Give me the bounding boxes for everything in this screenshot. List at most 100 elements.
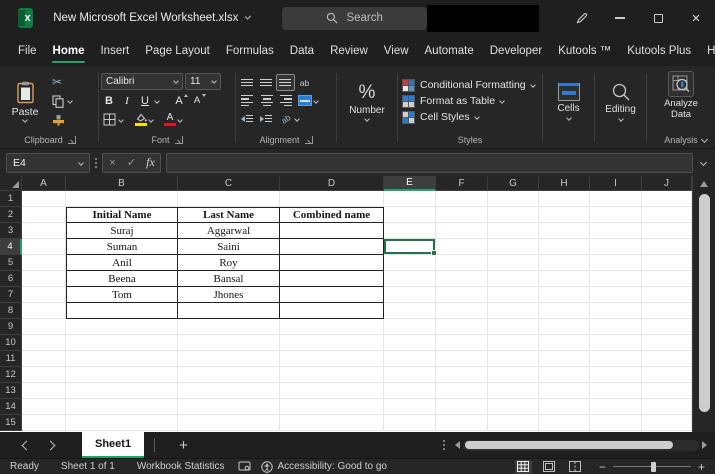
cell-I2[interactable] (590, 207, 642, 223)
cell-D4[interactable] (280, 239, 384, 255)
cell-G14[interactable] (488, 399, 539, 415)
tab-view[interactable]: View (376, 36, 417, 66)
cell-C11[interactable] (178, 351, 280, 367)
cell-H7[interactable] (539, 287, 590, 303)
row-header-3[interactable]: 3 (0, 223, 22, 239)
cell-A7[interactable] (22, 287, 66, 303)
row-header-9[interactable]: 9 (0, 319, 22, 335)
cell-H13[interactable] (539, 383, 590, 399)
bottom-align-button[interactable] (276, 74, 295, 91)
horizontal-scroll-track[interactable] (463, 440, 699, 451)
cell-D10[interactable] (280, 335, 384, 351)
cell-I6[interactable] (590, 271, 642, 287)
cell-H4[interactable] (539, 239, 590, 255)
formula-input[interactable] (166, 153, 693, 173)
cell-B3[interactable]: Suraj (66, 223, 178, 239)
cell-A1[interactable] (22, 191, 66, 207)
vertical-scrollbar[interactable] (692, 176, 715, 432)
select-all-button[interactable] (0, 176, 22, 191)
decrease-font-size-button[interactable]: A (189, 93, 205, 109)
cell-C10[interactable] (178, 335, 280, 351)
scroll-right-arrow-icon[interactable] (702, 441, 707, 449)
cell-G15[interactable] (488, 415, 539, 431)
cell-E10[interactable] (384, 335, 436, 351)
cell-E5[interactable] (384, 255, 436, 271)
col-header-A[interactable]: A (22, 176, 66, 191)
fill-color-chevron-icon[interactable] (148, 117, 154, 123)
decrease-indent-button[interactable] (238, 110, 257, 127)
cell-D15[interactable] (280, 415, 384, 431)
font-dialog-launcher[interactable] (175, 136, 183, 144)
merge-center-chevron-icon[interactable] (313, 98, 319, 104)
cell-C6[interactable]: Bansal (178, 271, 280, 287)
col-header-F[interactable]: F (436, 176, 488, 191)
col-header-G[interactable]: G (488, 176, 539, 191)
cell-A15[interactable] (22, 415, 66, 431)
cell-C15[interactable] (178, 415, 280, 431)
copy-button[interactable] (52, 94, 72, 109)
cell-G4[interactable] (488, 239, 539, 255)
italic-button[interactable]: I (119, 93, 135, 109)
cell-J1[interactable] (642, 191, 692, 207)
cells-group[interactable]: Cells (545, 69, 592, 148)
col-header-D[interactable]: D (280, 176, 384, 191)
cell-H3[interactable] (539, 223, 590, 239)
cell-H14[interactable] (539, 399, 590, 415)
cell-B6[interactable]: Beena (66, 271, 178, 287)
cell-D11[interactable] (280, 351, 384, 367)
zoom-slider[interactable] (613, 466, 691, 468)
horizontal-scrollbar[interactable] (455, 440, 707, 451)
minimize-button[interactable] (601, 0, 639, 36)
cell-B4[interactable]: Suman (66, 239, 178, 255)
borders-button[interactable] (101, 112, 117, 128)
cell-I9[interactable] (590, 319, 642, 335)
cell-H6[interactable] (539, 271, 590, 287)
cell-B12[interactable] (66, 367, 178, 383)
cell-H11[interactable] (539, 351, 590, 367)
cell-A14[interactable] (22, 399, 66, 415)
formula-bar-expand-chevron[interactable] (700, 159, 707, 166)
cell-J6[interactable] (642, 271, 692, 287)
cell-D9[interactable] (280, 319, 384, 335)
cell-B7[interactable]: Tom (66, 287, 178, 303)
bold-button[interactable]: B (101, 93, 117, 109)
scroll-up-arrow-icon[interactable] (700, 181, 708, 187)
cell-F7[interactable] (436, 287, 488, 303)
orientation-chevron-icon[interactable] (294, 116, 300, 122)
cell-C5[interactable]: Roy (178, 255, 280, 271)
font-size-select[interactable]: 11 (185, 73, 221, 90)
cell-G8[interactable] (488, 303, 539, 319)
font-color-button[interactable]: A (164, 112, 176, 128)
tab-review[interactable]: Review (322, 36, 376, 66)
cell-F3[interactable] (436, 223, 488, 239)
row-header-1[interactable]: 1 (0, 191, 22, 207)
cell-B13[interactable] (66, 383, 178, 399)
cell-A5[interactable] (22, 255, 66, 271)
orientation-button[interactable]: ab (276, 110, 295, 127)
vertical-scroll-thumb[interactable] (699, 194, 710, 412)
cell-E12[interactable] (384, 367, 436, 383)
cell-I3[interactable] (590, 223, 642, 239)
maximize-button[interactable] (639, 0, 677, 36)
cell-F4[interactable] (436, 239, 488, 255)
cell-J11[interactable] (642, 351, 692, 367)
cell-A8[interactable] (22, 303, 66, 319)
cell-D7[interactable] (280, 287, 384, 303)
font-family-select[interactable]: Calibri (101, 73, 183, 90)
cell-J15[interactable] (642, 415, 692, 431)
conditional-formatting-button[interactable]: Conditional Formatting (400, 79, 540, 92)
scroll-left-arrow-icon[interactable] (455, 441, 460, 449)
cell-D6[interactable] (280, 271, 384, 287)
align-left-button[interactable] (238, 92, 257, 109)
analyze-data-button[interactable] (668, 71, 694, 97)
cell-I11[interactable] (590, 351, 642, 367)
tab-insert[interactable]: Insert (92, 36, 137, 66)
cell-D12[interactable] (280, 367, 384, 383)
formula-bar-resize-handle[interactable] (95, 157, 97, 169)
pen-icon[interactable] (563, 0, 601, 36)
cell-D14[interactable] (280, 399, 384, 415)
increase-font-size-button[interactable]: A (171, 93, 187, 109)
cell-I7[interactable] (590, 287, 642, 303)
tab-data[interactable]: Data (282, 36, 322, 66)
cell-C12[interactable] (178, 367, 280, 383)
